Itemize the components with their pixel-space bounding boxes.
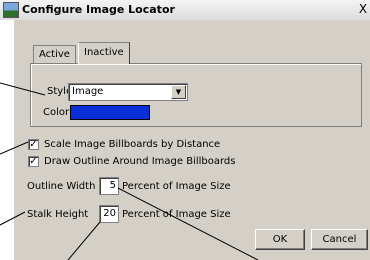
callout-line-outline-width bbox=[117, 187, 259, 260]
callout-line-stalk-value bbox=[67, 221, 101, 260]
callout-line-stalk bbox=[0, 211, 26, 226]
annotation-callout-lines bbox=[0, 82, 259, 260]
tab-inactive[interactable]: Inactive bbox=[78, 42, 130, 64]
callout-line-scale bbox=[0, 141, 29, 155]
configure-image-locator-dialog: Configure Image Locator X Active Inactiv… bbox=[0, 0, 370, 260]
callout-line-style bbox=[0, 82, 46, 96]
